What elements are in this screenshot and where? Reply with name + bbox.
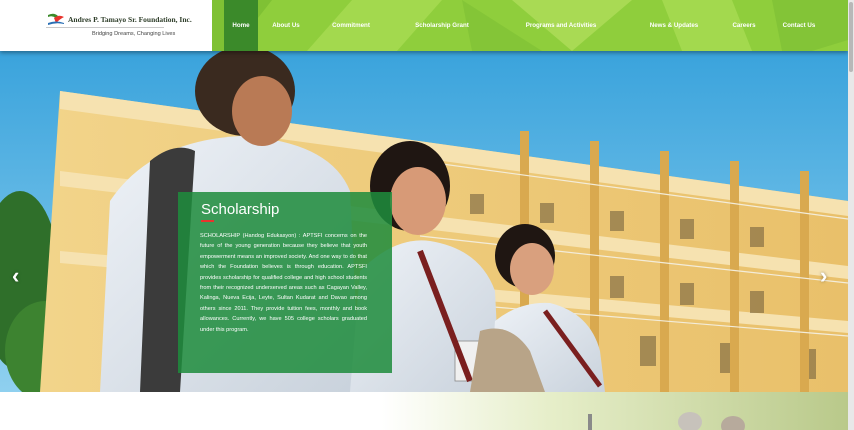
nav-item-about-us[interactable]: About Us [268,0,304,51]
nav-item-scholarship-grant[interactable]: Scholarship Grant [410,0,474,51]
logo-mark-icon [48,13,64,25]
logo-name: Andres P. Tamayo Sr. Foundation, Inc. [68,15,192,24]
slide-title: Scholarship [201,201,280,218]
section-banner-image [0,392,848,430]
next-section-preview [0,392,848,430]
slide-caption-box: Scholarship SCHOLARSHIP (Handog Edukasyo… [178,192,392,373]
nav-item-news-updates[interactable]: News & Updates [648,0,700,51]
nav-item-home[interactable]: Home [224,0,258,51]
nav-item-contact-us[interactable]: Contact Us [778,0,820,51]
hero-slider: ‹ › [0,51,848,392]
main-nav: Home About Us Commitment Scholarship Gra… [212,0,848,51]
chevron-right-icon[interactable]: › [820,263,827,289]
logo-tagline: Bridging Dreams, Changing Lives [92,31,176,37]
nav-item-programs-and-activities[interactable]: Programs and Activities [522,0,600,51]
nav-item-commitment[interactable]: Commitment [326,0,376,51]
logo-divider [46,27,164,28]
slide-description: SCHOLARSHIP (Handog Edukasyon) : APTSFI … [200,233,367,333]
chevron-left-icon[interactable]: ‹ [12,263,19,289]
logo[interactable]: Andres P. Tamayo Sr. Foundation, Inc. Br… [0,0,212,51]
nav-item-careers[interactable]: Careers [728,0,760,51]
hero-image [0,51,848,392]
title-accent-line [201,220,214,222]
scrollbar-thumb[interactable] [849,2,853,72]
page-scrollbar[interactable] [848,0,854,430]
site-header: Andres P. Tamayo Sr. Foundation, Inc. Br… [0,0,848,51]
